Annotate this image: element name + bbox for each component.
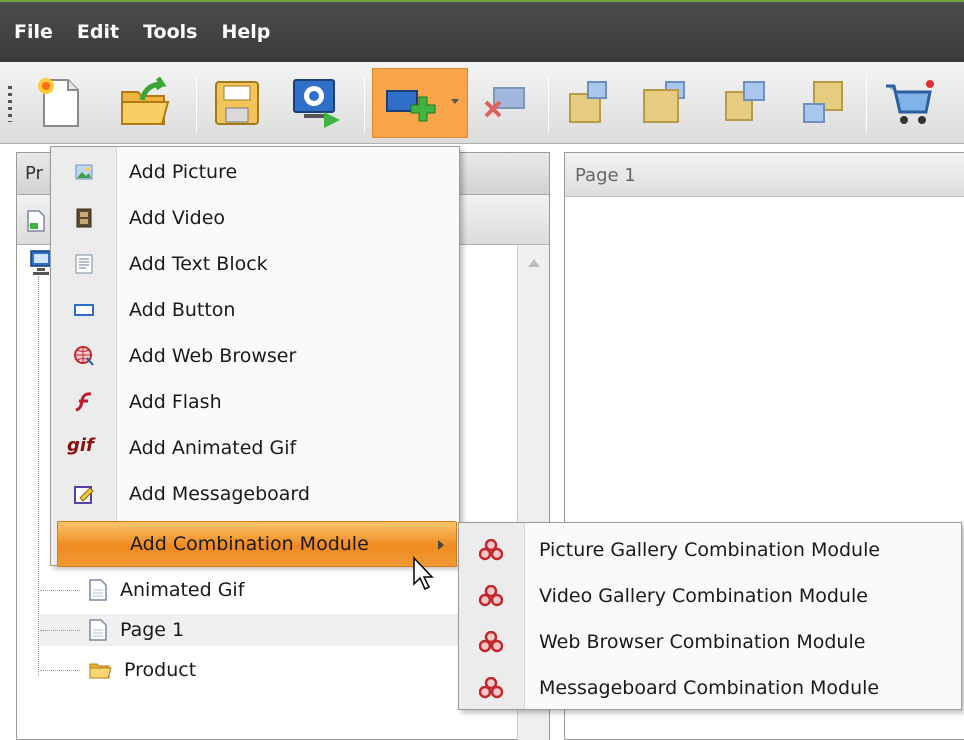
delete-module-button[interactable] xyxy=(470,68,536,138)
new-page-button[interactable] xyxy=(26,68,92,138)
web-browser-icon xyxy=(74,346,94,366)
chevron-down-icon[interactable] xyxy=(451,99,459,104)
page-icon xyxy=(89,579,107,601)
submenu-item-picture-gallery[interactable]: Picture Gallery Combination Module xyxy=(459,527,963,573)
menu-tools[interactable]: Tools xyxy=(143,21,197,43)
page-tab[interactable]: Page 1 xyxy=(565,153,964,197)
tree-guide-line xyxy=(38,276,39,676)
page-icon[interactable] xyxy=(25,209,47,233)
bring-front-icon xyxy=(569,81,607,123)
open-button[interactable] xyxy=(110,68,176,138)
submenu-item-label: Messageboard Combination Module xyxy=(539,677,880,699)
bring-forward-button[interactable] xyxy=(712,68,778,138)
button-icon xyxy=(74,304,94,316)
menu-item-label: Add Text Block xyxy=(129,253,268,275)
menu-item-add-button[interactable]: Add Button xyxy=(51,287,461,333)
tree-item-animated-gif[interactable]: Animated Gif xyxy=(40,574,244,606)
gif-icon: gif xyxy=(67,435,94,456)
messageboard-icon xyxy=(74,486,94,504)
menu-item-label: Add Picture xyxy=(129,161,238,183)
save-button[interactable] xyxy=(204,68,270,138)
bring-front-button[interactable] xyxy=(556,68,622,138)
menu-file[interactable]: File xyxy=(14,21,53,43)
menu-bar: File Edit Tools Help xyxy=(0,0,964,62)
submenu-item-web-browser[interactable]: Web Browser Combination Module xyxy=(459,619,963,665)
toolbar-grip[interactable] xyxy=(8,86,12,122)
toolbar xyxy=(0,62,964,144)
preview-button[interactable] xyxy=(282,68,348,138)
picture-icon xyxy=(75,164,93,180)
folder-icon xyxy=(89,663,112,679)
flash-icon xyxy=(75,392,92,412)
page-tab-label: Page 1 xyxy=(575,165,636,186)
menu-item-label: Add Combination Module xyxy=(130,533,369,555)
menu-item-add-picture[interactable]: Add Picture xyxy=(51,149,461,195)
send-backward-icon xyxy=(803,81,843,123)
new-page-icon xyxy=(38,78,79,127)
submenu-item-messageboard[interactable]: Messageboard Combination Module xyxy=(459,665,963,711)
menu-item-label: Add Animated Gif xyxy=(129,437,297,459)
menu-item-add-flash[interactable]: Add Flash xyxy=(51,379,461,425)
combination-module-icon xyxy=(479,677,503,699)
menu-item-label: Add Flash xyxy=(129,391,222,413)
menu-item-add-messageboard[interactable]: Add Messageboard xyxy=(51,471,461,517)
tree-item-label: Product xyxy=(124,659,197,681)
add-module-button[interactable] xyxy=(372,68,468,138)
cart-button[interactable] xyxy=(874,68,940,138)
video-icon xyxy=(76,208,92,228)
menu-item-add-combination-module[interactable]: Add Combination Module xyxy=(57,521,457,567)
save-icon xyxy=(215,81,259,125)
tree-item-label: Animated Gif xyxy=(120,579,245,601)
tree-item-product[interactable]: Product xyxy=(40,654,196,686)
project-panel-title: Pr xyxy=(25,163,43,184)
combination-module-submenu: Picture Gallery Combination Module Video… xyxy=(458,522,962,710)
tree-item-page-1[interactable]: Page 1 xyxy=(40,614,510,646)
menu-item-add-web-browser[interactable]: Add Web Browser xyxy=(51,333,461,379)
preview-icon xyxy=(293,79,340,128)
send-backward-button[interactable] xyxy=(790,68,856,138)
delete-module-icon xyxy=(484,87,525,118)
scroll-up-arrow[interactable] xyxy=(528,259,540,267)
submenu-item-video-gallery[interactable]: Video Gallery Combination Module xyxy=(459,573,963,619)
add-module-icon xyxy=(386,90,436,122)
menu-item-label: Add Button xyxy=(129,299,236,321)
cart-icon xyxy=(886,80,934,124)
add-module-menu: Add Picture Add Video Add Text Block Add… xyxy=(50,146,461,567)
submenu-item-label: Web Browser Combination Module xyxy=(539,631,866,653)
submenu-arrow-icon xyxy=(438,540,444,550)
mouse-cursor-icon xyxy=(413,556,434,591)
combination-module-icon xyxy=(479,585,503,607)
submenu-item-label: Video Gallery Combination Module xyxy=(539,585,868,607)
tree-item-label: Page 1 xyxy=(120,619,185,641)
send-back-icon xyxy=(643,81,685,123)
page-icon xyxy=(89,619,107,641)
submenu-item-label: Picture Gallery Combination Module xyxy=(539,539,881,561)
open-folder-icon xyxy=(121,76,170,125)
menu-help[interactable]: Help xyxy=(221,21,270,43)
combination-module-icon xyxy=(479,539,503,561)
text-block-icon xyxy=(75,254,93,274)
menu-item-label: Add Messageboard xyxy=(129,483,310,505)
menu-item-add-animated-gif[interactable]: gif Add Animated Gif xyxy=(51,425,461,471)
menu-item-add-video[interactable]: Add Video xyxy=(51,195,461,241)
bring-forward-icon xyxy=(725,81,765,121)
combination-module-icon xyxy=(479,631,503,653)
menu-item-label: Add Web Browser xyxy=(129,345,297,367)
menu-edit[interactable]: Edit xyxy=(77,21,119,43)
menu-item-add-text-block[interactable]: Add Text Block xyxy=(51,241,461,287)
menu-item-label: Add Video xyxy=(129,207,226,229)
send-back-button[interactable] xyxy=(630,68,696,138)
